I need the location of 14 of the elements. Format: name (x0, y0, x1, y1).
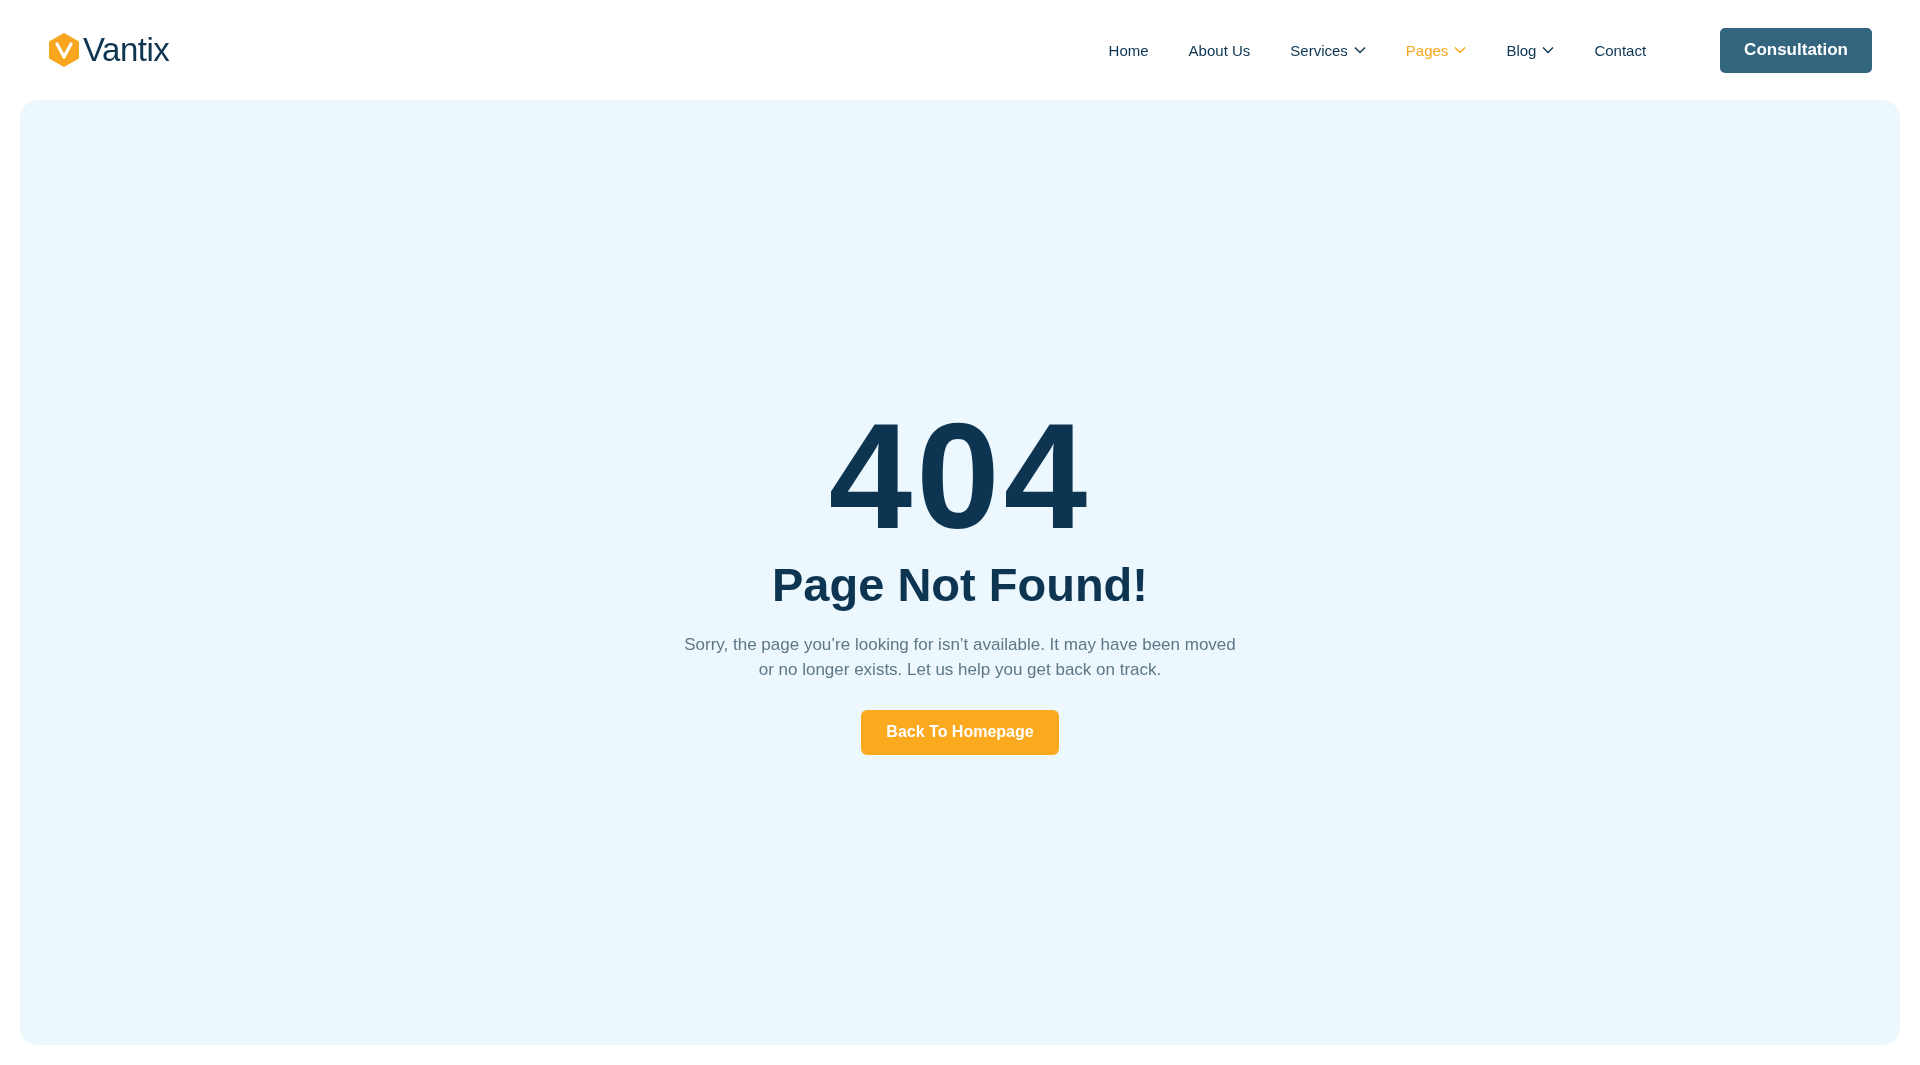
error-code: 404 (828, 400, 1092, 551)
hexagon-logo-icon (48, 33, 80, 67)
nav-link[interactable]: Contact (1594, 41, 1647, 59)
nav-link[interactable]: Blog (1506, 41, 1555, 59)
chevron-down-icon (1542, 46, 1555, 54)
consultation-button[interactable]: Consultation (1720, 27, 1872, 73)
logo-text: Vantix (83, 31, 170, 69)
chevron-down-icon (1353, 46, 1366, 54)
nav-link[interactable]: Home (1108, 41, 1149, 59)
nav-link[interactable]: About Us (1188, 41, 1251, 59)
chevron-down-icon (1454, 46, 1467, 54)
nav-link[interactable]: Services (1290, 41, 1366, 59)
error-title: Page Not Found! (772, 556, 1148, 612)
error-message: Sorry, the page you’re looking for isn’t available. It may have been moved or no longer exists. Let us help you get back on track. (683, 633, 1237, 681)
